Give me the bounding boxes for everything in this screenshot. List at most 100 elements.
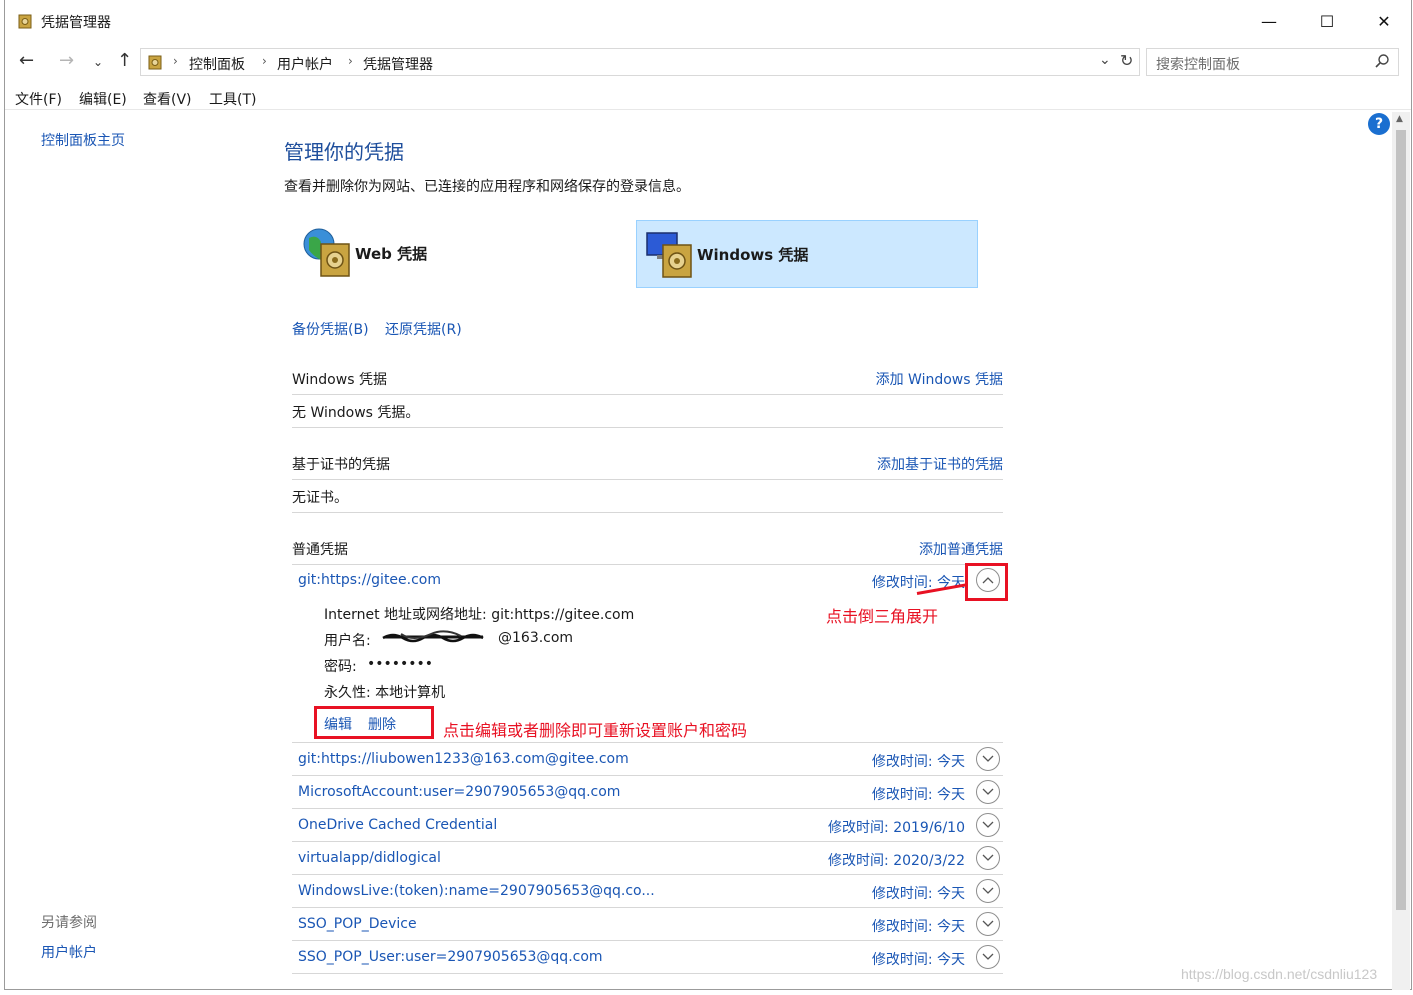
credential-modified: 修改时间: 2019/6/10 bbox=[828, 820, 965, 836]
menu-bar: 文件(F) 编辑(E) 查看(V) 工具(T) bbox=[5, 84, 1411, 110]
scrollbar-thumb[interactable] bbox=[1396, 130, 1406, 910]
menu-tools[interactable]: 工具(T) bbox=[209, 89, 256, 109]
close-button[interactable]: ✕ bbox=[1355, 0, 1413, 42]
maximize-button[interactable]: ☐ bbox=[1298, 0, 1356, 42]
credential-password-label: 密码: bbox=[324, 659, 357, 675]
credential-persistence: 永久性: 本地计算机 bbox=[324, 685, 446, 701]
backup-credentials-link[interactable]: 备份凭据(B) bbox=[292, 319, 369, 339]
credential-password-mask: •••••••• bbox=[367, 656, 434, 672]
credential-name[interactable]: MicrosoftAccount:user=2907905653@qq.com bbox=[298, 784, 620, 800]
search-input[interactable]: 搜索控制面板 bbox=[1146, 48, 1399, 76]
minimize-button[interactable]: — bbox=[1240, 0, 1298, 42]
breadcrumb-separator-icon: › bbox=[173, 54, 178, 68]
window-title: 凭据管理器 bbox=[41, 15, 111, 31]
credential-row[interactable]: SSO_POP_User:user=2907905653@qq.com 修改时间:… bbox=[292, 941, 1003, 974]
divider bbox=[292, 394, 1003, 395]
windows-credentials-heading: Windows 凭据 bbox=[292, 372, 387, 388]
credential-name[interactable]: git:https://liubowen1233@163.com@gitee.c… bbox=[298, 751, 629, 767]
expand-chevron-icon[interactable] bbox=[976, 747, 1000, 771]
search-icon[interactable] bbox=[1374, 53, 1390, 69]
annotation-edit-hint: 点击编辑或者删除即可重新设置账户和密码 bbox=[443, 721, 748, 740]
annotation-box-edit-delete bbox=[314, 706, 434, 739]
expand-chevron-icon[interactable] bbox=[976, 846, 1000, 870]
expand-chevron-icon[interactable] bbox=[976, 780, 1000, 804]
credential-name[interactable]: SSO_POP_User:user=2907905653@qq.com bbox=[298, 949, 603, 965]
no-certificates-text: 无证书。 bbox=[292, 490, 348, 506]
menu-view[interactable]: 查看(V) bbox=[143, 89, 192, 109]
add-windows-credential-link[interactable]: 添加 Windows 凭据 bbox=[876, 369, 1003, 389]
expand-chevron-icon[interactable] bbox=[976, 813, 1000, 837]
search-placeholder: 搜索控制面板 bbox=[1156, 57, 1240, 73]
divider bbox=[292, 512, 1003, 513]
expand-chevron-icon[interactable] bbox=[976, 945, 1000, 969]
up-button[interactable]: ↑ bbox=[117, 50, 132, 71]
add-certificate-credential-link[interactable]: 添加基于证书的凭据 bbox=[877, 454, 1003, 474]
credential-modified: 修改时间: 今天 bbox=[871, 787, 965, 803]
credential-name[interactable]: SSO_POP_Device bbox=[298, 916, 417, 932]
credential-row-expanded[interactable]: git:https://gitee.com 修改时间: 今天 bbox=[292, 564, 1003, 597]
credential-manager-window: 凭据管理器 — ☐ ✕ ← → ⌄ ↑ › 控制面板 › 用户帐户 › 凭据管理… bbox=[4, 0, 1412, 990]
divider bbox=[292, 973, 1003, 974]
monitor-vault-icon bbox=[646, 232, 692, 278]
certificate-credentials-heading: 基于证书的凭据 bbox=[292, 457, 390, 473]
navigation-bar: ← → ⌄ ↑ › 控制面板 › 用户帐户 › 凭据管理器 ⌄ ↻ 搜索控制面板 bbox=[5, 44, 1411, 80]
generic-credentials-section: 普通凭据 添加普通凭据 bbox=[292, 538, 1003, 565]
expand-chevron-icon[interactable] bbox=[976, 912, 1000, 936]
windows-credentials-tile[interactable]: Windows 凭据 bbox=[636, 220, 978, 288]
menu-file[interactable]: 文件(F) bbox=[15, 89, 62, 109]
title-bar: 凭据管理器 — ☐ ✕ bbox=[5, 0, 1411, 42]
redacted-username-scribble bbox=[381, 629, 487, 645]
page-description: 查看并删除你为网站、已连接的应用程序和网络保存的登录信息。 bbox=[284, 179, 690, 195]
windows-credentials-section: Windows 凭据 添加 Windows 凭据 无 Windows 凭据。 bbox=[292, 368, 1003, 428]
add-generic-credential-link[interactable]: 添加普通凭据 bbox=[919, 539, 1003, 559]
credential-name[interactable]: virtualapp/didlogical bbox=[298, 850, 441, 866]
credential-row[interactable]: OneDrive Cached Credential 修改时间: 2019/6/1… bbox=[292, 809, 1003, 842]
credential-row[interactable]: SSO_POP_Device 修改时间: 今天 bbox=[292, 908, 1003, 941]
generic-credentials-heading: 普通凭据 bbox=[292, 542, 348, 558]
no-windows-credentials-text: 无 Windows 凭据。 bbox=[292, 405, 420, 421]
annotation-expand-hint: 点击倒三角展开 bbox=[826, 607, 939, 626]
windows-credentials-label: Windows 凭据 bbox=[697, 246, 809, 264]
recent-locations-button[interactable]: ⌄ bbox=[93, 55, 103, 69]
chevron-down-icon[interactable]: ⌄ bbox=[1099, 52, 1111, 68]
credential-row[interactable]: MicrosoftAccount:user=2907905653@qq.com 修… bbox=[292, 776, 1003, 809]
control-panel-icon bbox=[148, 55, 162, 70]
credential-name[interactable]: git:https://gitee.com bbox=[298, 572, 441, 588]
credential-modified: 修改时间: 今天 bbox=[871, 952, 965, 968]
menu-edit[interactable]: 编辑(E) bbox=[79, 89, 127, 109]
certificate-credentials-section: 基于证书的凭据 添加基于证书的凭据 无证书。 bbox=[292, 453, 1003, 513]
credential-username-label: 用户名: bbox=[324, 633, 371, 649]
credential-vault-icon bbox=[18, 14, 32, 29]
credential-username-domain: @163.com bbox=[498, 630, 574, 646]
restore-credentials-link[interactable]: 还原凭据(R) bbox=[385, 319, 462, 339]
credential-modified: 修改时间: 今天 bbox=[871, 919, 965, 935]
credential-name[interactable]: WindowsLive:(token):name=2907905653@qq.c… bbox=[298, 883, 655, 899]
credential-row[interactable]: WindowsLive:(token):name=2907905653@qq.c… bbox=[292, 875, 1003, 908]
help-icon[interactable]: ? bbox=[1368, 113, 1390, 135]
vertical-scrollbar[interactable]: ▲ bbox=[1392, 112, 1410, 990]
sidebar-item-control-panel-home[interactable]: 控制面板主页 bbox=[41, 130, 125, 150]
divider bbox=[292, 427, 1003, 428]
breadcrumb-user-accounts[interactable]: 用户帐户 bbox=[277, 54, 333, 74]
credential-name[interactable]: OneDrive Cached Credential bbox=[298, 817, 497, 833]
credential-modified: 修改时间: 今天 bbox=[871, 886, 965, 902]
breadcrumb-separator-icon: › bbox=[348, 54, 353, 68]
address-bar[interactable]: › 控制面板 › 用户帐户 › 凭据管理器 ⌄ ↻ bbox=[140, 48, 1140, 76]
credential-row[interactable]: virtualapp/didlogical 修改时间: 2020/3/22 bbox=[292, 842, 1003, 875]
annotation-box-expand bbox=[965, 563, 1008, 601]
scroll-up-icon[interactable]: ▲ bbox=[1396, 114, 1403, 124]
sidebar-item-user-accounts[interactable]: 用户帐户 bbox=[41, 942, 97, 962]
page-title: 管理你的凭据 bbox=[284, 140, 404, 164]
credential-row[interactable]: git:https://liubowen1233@163.com@gitee.c… bbox=[292, 743, 1003, 776]
forward-button[interactable]: → bbox=[59, 50, 74, 71]
see-also-heading: 另请参阅 bbox=[41, 915, 97, 931]
web-credentials-tile[interactable]: Web 凭据 bbox=[295, 220, 637, 288]
back-button[interactable]: ← bbox=[19, 50, 34, 71]
breadcrumb-credential-manager[interactable]: 凭据管理器 bbox=[363, 54, 433, 74]
globe-vault-icon bbox=[303, 228, 350, 277]
refresh-icon[interactable]: ↻ bbox=[1120, 51, 1133, 70]
breadcrumb-control-panel[interactable]: 控制面板 bbox=[189, 54, 245, 74]
watermark: https://blog.csdn.net/csdnliu123 bbox=[1181, 966, 1378, 982]
divider bbox=[292, 479, 1003, 480]
expand-chevron-icon[interactable] bbox=[976, 879, 1000, 903]
